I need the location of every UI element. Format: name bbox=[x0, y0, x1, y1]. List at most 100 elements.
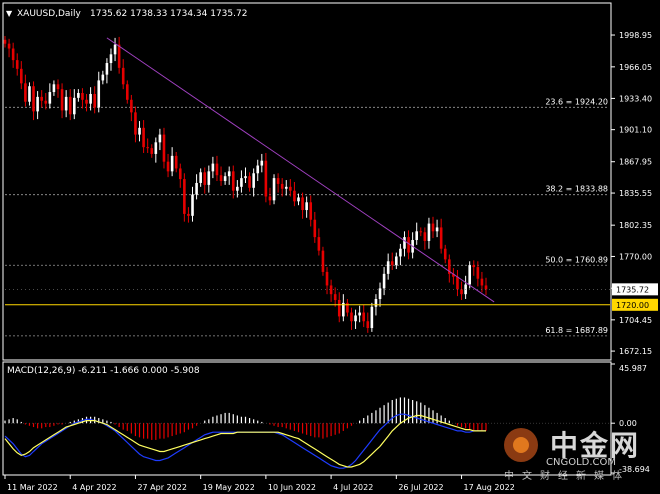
candle-body bbox=[305, 202, 308, 211]
candle-body bbox=[134, 112, 137, 135]
candle-body bbox=[390, 261, 394, 266]
candle-body bbox=[183, 179, 186, 214]
watermark: 中金网 CNGOLD.COM 中文财经新媒体 bbox=[496, 420, 656, 482]
y-tick-label: 1704.45 bbox=[619, 316, 652, 325]
candle-body bbox=[260, 160, 264, 166]
price-tags: 1735.72 1720.00 bbox=[612, 283, 658, 311]
candle-body bbox=[207, 171, 211, 185]
candle-body bbox=[435, 227, 439, 232]
trendline bbox=[106, 37, 495, 303]
candle-body bbox=[374, 299, 378, 307]
candle-body bbox=[362, 312, 366, 322]
candle-body bbox=[366, 321, 370, 329]
candle-body bbox=[101, 74, 105, 81]
candle-body bbox=[3, 39, 7, 44]
candle-body bbox=[223, 176, 227, 182]
candle-body bbox=[378, 288, 382, 300]
candle-body bbox=[289, 186, 292, 191]
candle-body bbox=[309, 202, 313, 220]
macd-header-label: MACD(12,26,9) -6.211 -1.666 0.000 -5.908 bbox=[7, 366, 200, 376]
candle-body bbox=[468, 265, 471, 285]
candle-body bbox=[93, 93, 96, 108]
y-tick-label: 1867.95 bbox=[619, 158, 652, 167]
candle-body bbox=[276, 178, 280, 184]
cngold-logo-icon bbox=[504, 428, 538, 462]
price-tag-support: 1720.00 bbox=[616, 301, 649, 310]
x-tick-label: 19 May 2022 bbox=[203, 483, 255, 492]
candle-body bbox=[150, 148, 154, 154]
symbol-dropdown-icon[interactable]: ▼ bbox=[6, 9, 13, 18]
candle-body bbox=[125, 84, 129, 100]
candle-body bbox=[32, 86, 35, 112]
candle-body bbox=[244, 176, 247, 179]
candle-body bbox=[15, 60, 19, 69]
fib-label: 61.8 = 1687.89 bbox=[545, 326, 608, 335]
candle-body bbox=[187, 213, 190, 216]
candle-body bbox=[89, 93, 92, 104]
candles bbox=[3, 35, 488, 333]
candle-body bbox=[142, 127, 145, 148]
candle-body bbox=[423, 232, 427, 241]
macd-y-tick-label: 45.987 bbox=[619, 364, 647, 373]
candle-body bbox=[85, 99, 88, 104]
candle-body bbox=[20, 68, 23, 84]
candle-body bbox=[407, 237, 410, 253]
candle-body bbox=[191, 194, 194, 216]
y-tick-label: 1933.40 bbox=[619, 94, 652, 103]
overlay-lines bbox=[5, 37, 610, 306]
candle-body bbox=[321, 250, 325, 272]
candle-body bbox=[370, 306, 374, 329]
candle-body bbox=[329, 285, 333, 295]
fib-label: 50.0 = 1760.89 bbox=[545, 255, 608, 264]
candle-body bbox=[130, 99, 133, 113]
candle-body bbox=[195, 182, 198, 195]
candle-body bbox=[146, 147, 149, 149]
watermark-tagline: 中文财经新媒体 bbox=[504, 471, 630, 482]
candle-body bbox=[337, 299, 341, 317]
candle-body bbox=[36, 96, 39, 112]
y-tick-label: 1901.10 bbox=[619, 126, 652, 135]
candle-body bbox=[28, 86, 31, 102]
candle-body bbox=[81, 93, 84, 100]
candle-body bbox=[264, 160, 268, 197]
candle-body bbox=[325, 271, 329, 286]
candle-body bbox=[109, 54, 113, 64]
candle-body bbox=[158, 134, 162, 143]
candle-body bbox=[472, 265, 476, 268]
chart-symbol-label: XAUUSD,Daily bbox=[17, 9, 81, 19]
candle-body bbox=[333, 294, 337, 300]
y-tick-label: 1770.00 bbox=[619, 252, 652, 261]
y-tick-label: 1998.95 bbox=[619, 31, 652, 40]
candle-body bbox=[24, 83, 27, 102]
candle-body bbox=[256, 165, 260, 174]
candle-body bbox=[56, 84, 60, 90]
fib-label: 38.2 = 1833.88 bbox=[545, 185, 608, 194]
x-tick-label: 27 Apr 2022 bbox=[137, 483, 186, 492]
chart-ohlc-values: 1735.62 1738.33 1734.34 1735.72 bbox=[90, 9, 247, 19]
candle-body bbox=[211, 163, 215, 172]
candle-body bbox=[44, 100, 48, 104]
candle-body bbox=[301, 197, 304, 211]
candle-body bbox=[199, 172, 202, 183]
candle-body bbox=[484, 285, 488, 290]
candle-body bbox=[105, 63, 109, 75]
candle-body bbox=[138, 127, 141, 135]
candle-body bbox=[170, 155, 174, 172]
candle-body bbox=[97, 80, 101, 108]
y-tick-label: 1672.15 bbox=[619, 347, 652, 356]
candle-body bbox=[431, 223, 435, 232]
candle-body bbox=[240, 178, 243, 187]
candle-body bbox=[350, 312, 353, 322]
candle-body bbox=[443, 248, 447, 260]
candle-body bbox=[415, 231, 419, 241]
candle-body bbox=[236, 186, 239, 191]
candle-body bbox=[427, 223, 431, 241]
candle-body bbox=[297, 197, 300, 202]
candle-body bbox=[231, 171, 235, 191]
price-tag-current: 1735.72 bbox=[616, 285, 649, 294]
candle-body bbox=[386, 261, 390, 274]
candle-body bbox=[68, 96, 72, 115]
candle-body bbox=[480, 278, 484, 286]
candle-body bbox=[203, 172, 207, 185]
candle-body bbox=[252, 173, 255, 188]
